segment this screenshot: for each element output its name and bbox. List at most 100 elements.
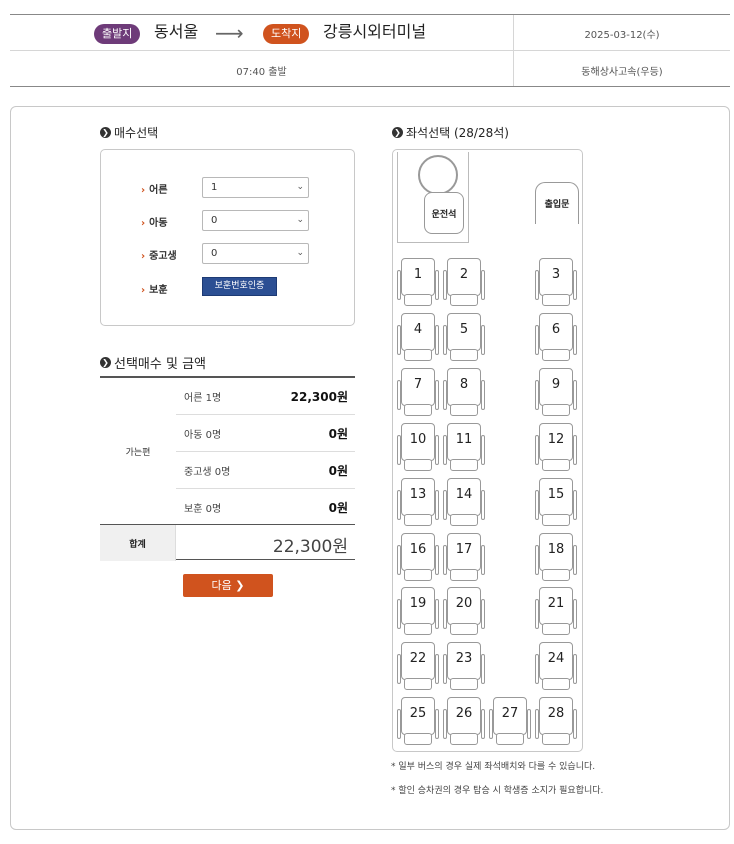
price-section-title: ❯ 선택매수 및 금액 (100, 353, 206, 372)
seat-number: 5 (459, 322, 469, 337)
seat-number: 11 (455, 432, 473, 447)
seat-number: 18 (547, 542, 565, 557)
seat-number: 1 (413, 267, 423, 282)
seat[interactable]: 13 (397, 478, 439, 526)
seat-number: 24 (547, 651, 565, 666)
trip-label: 가는편 (125, 447, 151, 458)
seat[interactable]: 21 (535, 587, 577, 635)
seat-number: 7 (413, 377, 423, 392)
seat[interactable]: 9 (535, 368, 577, 416)
seat-number: 27 (501, 706, 519, 721)
arrival-place: 강릉시외터미널 (323, 22, 427, 41)
route-info: 출발지 동서울 ⟶ 도착지 강릉시외터미널 2025-03-12(수) 07:4… (10, 14, 730, 87)
seat[interactable]: 20 (443, 587, 485, 635)
seat[interactable]: 14 (443, 478, 485, 526)
child-count-select[interactable]: 0 ⌄ (202, 210, 309, 231)
teen-count-select[interactable]: 0 ⌄ (202, 243, 309, 264)
seat-number: 25 (409, 706, 427, 721)
seat[interactable]: 3 (535, 258, 577, 306)
seat-number: 16 (409, 542, 427, 557)
seat[interactable]: 1 (397, 258, 439, 306)
seat[interactable]: 10 (397, 423, 439, 471)
price-row: 중고생 0명 0원 (176, 452, 355, 489)
seat-number: 8 (459, 377, 469, 392)
departure-badge: 출발지 (94, 24, 141, 44)
seat[interactable]: 8 (443, 368, 485, 416)
seat-number: 3 (551, 267, 561, 282)
seat-number: 19 (409, 596, 427, 611)
chevron-right-icon: ❯ (235, 579, 245, 592)
seat[interactable]: 25 (397, 697, 439, 745)
arrow-right-icon: ⟶ (215, 21, 244, 45)
seat[interactable]: 18 (535, 533, 577, 581)
seat[interactable]: 7 (397, 368, 439, 416)
seat[interactable]: 19 (397, 587, 439, 635)
price-row: 아동 0명 0원 (176, 415, 355, 452)
seat[interactable]: 15 (535, 478, 577, 526)
door: 출입문 (535, 182, 579, 224)
seat-number: 23 (455, 651, 473, 666)
adult-count-select[interactable]: 1 ⌄ (202, 177, 309, 198)
schedule-row: 07:40 출발 동해상사고속(우등) (10, 51, 730, 87)
driver-seat: 운전석 (424, 192, 464, 234)
seat[interactable]: 26 (443, 697, 485, 745)
travel-date: 2025-03-12(수) (584, 30, 660, 41)
seat-section-title: ❯ 좌석선택 (28/28석) (392, 124, 509, 141)
seat[interactable]: 11 (443, 423, 485, 471)
notes: * 일부 버스의 경우 실제 좌석배치와 다를 수 있습니다. * 할인 승차권… (391, 759, 603, 807)
booking-panel: ❯ 매수선택 › 어른 1 ⌄ › 아동 0 ⌄ › 중고생 0 ⌄ › 보훈 보훈번호인증 … (10, 106, 730, 830)
chevron-right-icon: ❯ (100, 357, 111, 368)
chevron-down-icon: ⌄ (296, 248, 304, 258)
seat-number: 4 (413, 322, 423, 337)
total-label: 합계 (100, 525, 176, 561)
seat[interactable]: 5 (443, 313, 485, 361)
seat[interactable]: 4 (397, 313, 439, 361)
seat[interactable]: 22 (397, 642, 439, 690)
seat[interactable]: 28 (535, 697, 577, 745)
seat-number: 2 (459, 267, 469, 282)
departure-time: 07:40 출발 (236, 67, 287, 78)
seat-number: 10 (409, 432, 427, 447)
seat[interactable]: 12 (535, 423, 577, 471)
seat[interactable]: 6 (535, 313, 577, 361)
route-row: 출발지 동서울 ⟶ 도착지 강릉시외터미널 2025-03-12(수) (10, 15, 730, 51)
seat[interactable]: 23 (443, 642, 485, 690)
price-table: 가는편 어른 1명 22,300원 아동 0명 0원 중고생 0명 0원 보훈 … (100, 376, 355, 561)
bus-carrier: 동해상사고속(우등) (581, 67, 663, 78)
note: * 일부 버스의 경우 실제 좌석배치와 다를 수 있습니다. (391, 762, 596, 772)
seat-map: 운전석 출입문 1 2 3 4 5 6 7 8 9 10 11 12 13 14 15 16 17 18 19 20 2… (392, 149, 583, 752)
seat[interactable]: 2 (443, 258, 485, 306)
chevron-down-icon: ⌄ (296, 215, 304, 225)
price-row: 어른 1명 22,300원 (176, 378, 355, 415)
seat[interactable]: 24 (535, 642, 577, 690)
count-row-teen: › 중고생 0 ⌄ (101, 243, 356, 265)
count-row-child: › 아동 0 ⌄ (101, 210, 356, 232)
chevron-right-icon: ❯ (392, 127, 403, 138)
count-selector: › 어른 1 ⌄ › 아동 0 ⌄ › 중고생 0 ⌄ › 보훈 보훈번호인증 (100, 149, 355, 326)
steering-wheel-icon (418, 155, 458, 195)
note: * 할인 승차권의 경우 탑승 시 학생증 소지가 필요합니다. (391, 786, 604, 796)
next-button[interactable]: 다음 ❯ (183, 574, 273, 597)
divider (513, 15, 514, 86)
seat-number: 9 (551, 377, 561, 392)
count-section-title: ❯ 매수선택 (100, 124, 158, 141)
total-value: 22,300원 (272, 537, 348, 557)
seat-number: 17 (455, 542, 473, 557)
veteran-cert-button[interactable]: 보훈번호인증 (202, 277, 277, 296)
seat-number: 13 (409, 487, 427, 502)
seat-number: 28 (547, 706, 565, 721)
chevron-right-icon: ❯ (100, 127, 111, 138)
seat-number: 22 (409, 651, 427, 666)
seat[interactable]: 27 (489, 697, 531, 745)
seat-number: 21 (547, 596, 565, 611)
seat-number: 15 (547, 487, 565, 502)
seat-number: 6 (551, 322, 561, 337)
count-row-veteran: › 보훈 보훈번호인증 (101, 277, 356, 299)
seat-number: 12 (547, 432, 565, 447)
arrival-badge: 도착지 (263, 24, 310, 44)
seat[interactable]: 16 (397, 533, 439, 581)
seat-number: 26 (455, 706, 473, 721)
seat[interactable]: 17 (443, 533, 485, 581)
driver-area: 운전석 (397, 152, 469, 243)
count-row-adult: › 어른 1 ⌄ (101, 177, 356, 199)
